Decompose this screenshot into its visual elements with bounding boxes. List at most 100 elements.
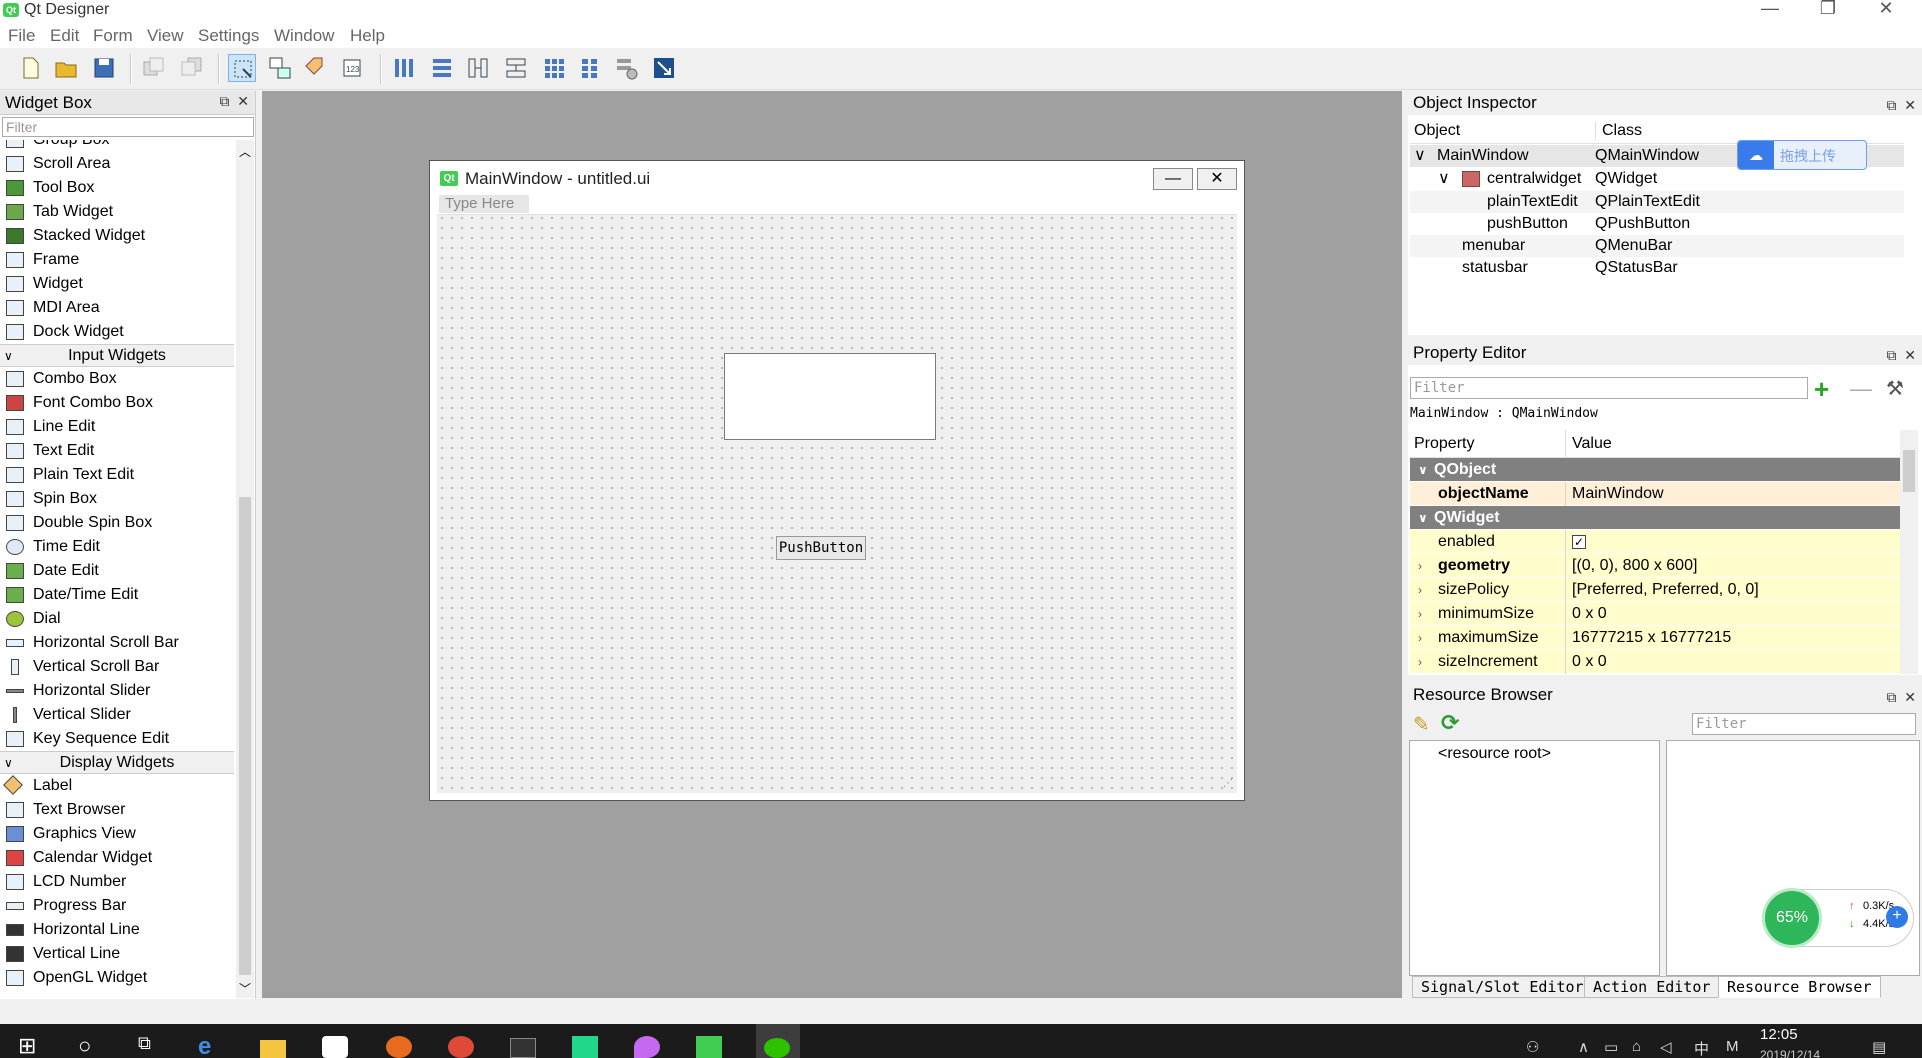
send-to-back-icon[interactable] xyxy=(140,54,168,82)
form-menubar[interactable]: Type Here xyxy=(437,193,1237,215)
list-item[interactable]: Tab Widget xyxy=(0,200,234,224)
memory-percent-badge[interactable]: 65% xyxy=(1762,888,1822,948)
list-item[interactable]: Dial xyxy=(0,607,234,631)
wrench-icon[interactable]: ⚒ xyxy=(1886,376,1904,401)
list-item[interactable]: Vertical Line xyxy=(0,942,234,966)
list-item[interactable]: Horizontal Slider xyxy=(0,679,234,703)
terminal-icon[interactable] xyxy=(510,1038,536,1058)
resource-root-item[interactable]: <resource root> xyxy=(1438,745,1551,763)
list-item[interactable]: Label xyxy=(0,774,234,798)
list-item[interactable]: Scroll Area xyxy=(0,152,234,176)
list-item[interactable]: Plain Text Edit xyxy=(0,463,234,487)
scrollbar-thumb[interactable] xyxy=(1903,450,1915,492)
edge-icon[interactable]: e xyxy=(198,1033,224,1058)
list-item[interactable]: Key Sequence Edit xyxy=(0,727,234,751)
ime-mode-indicator[interactable]: M xyxy=(1726,1038,1739,1055)
new-file-icon[interactable] xyxy=(16,54,44,82)
type-here-placeholder[interactable]: Type Here xyxy=(439,195,529,213)
clock-date[interactable]: 2019/12/14 xyxy=(1760,1048,1820,1058)
form-window[interactable]: Qt MainWindow - untitled.ui — ✕ Type Her… xyxy=(429,160,1245,801)
list-item[interactable]: Horizontal Scroll Bar xyxy=(0,631,234,655)
property-row[interactable]: › sizeIncrement 0 x 0 xyxy=(1410,650,1900,674)
save-icon[interactable] xyxy=(90,54,118,82)
list-item[interactable]: Text Edit xyxy=(0,439,234,463)
battery-icon[interactable]: ▭ xyxy=(1604,1038,1618,1056)
minimize-button[interactable]: — xyxy=(1748,0,1792,18)
clock-time[interactable]: 12:05 xyxy=(1760,1027,1798,1043)
layout-grid-icon[interactable] xyxy=(540,54,568,82)
list-item[interactable]: Line Edit xyxy=(0,415,234,439)
menu-help[interactable]: Help xyxy=(350,26,385,46)
plus-icon[interactable]: + xyxy=(1886,906,1908,928)
menu-view[interactable]: View xyxy=(147,26,184,46)
firefox-icon[interactable] xyxy=(386,1036,412,1058)
reload-icon[interactable]: ⟳ xyxy=(1441,710,1459,736)
form-minimize-button[interactable]: — xyxy=(1153,168,1193,190)
tree-row[interactable]: menubar QMenuBar xyxy=(1410,235,1904,257)
restore-button[interactable]: ❐ xyxy=(1806,0,1850,18)
menu-file[interactable]: File xyxy=(8,26,35,46)
list-item[interactable]: Vertical Slider xyxy=(0,703,234,727)
edit-signals-slots-icon[interactable] xyxy=(266,54,294,82)
edit-resources-icon[interactable]: ✎ xyxy=(1413,712,1430,737)
push-button[interactable]: PushButton xyxy=(776,536,866,560)
dock-float-close-buttons[interactable]: ⧉ ✕ xyxy=(1886,343,1916,367)
dock-float-close-buttons[interactable]: ⧉ ✕ xyxy=(1886,685,1916,709)
list-item[interactable]: Text Browser xyxy=(0,798,234,822)
resource-tree[interactable]: <resource root> xyxy=(1409,740,1660,976)
dock-float-close-buttons[interactable]: ⧉ ✕ xyxy=(1886,93,1916,117)
menu-form[interactable]: Form xyxy=(93,26,133,46)
tree-row[interactable]: statusbar QStatusBar xyxy=(1410,257,1904,279)
network-icon[interactable]: ⌂ xyxy=(1632,1038,1641,1055)
layout-vertical-splitter-icon[interactable] xyxy=(502,54,530,82)
scrollbar-thumb[interactable] xyxy=(239,497,251,975)
property-row[interactable]: › geometry [(0, 0), 800 x 600] xyxy=(1410,554,1900,578)
tree-row[interactable]: plainTextEdit QPlainTextEdit xyxy=(1410,191,1904,213)
add-property-icon[interactable]: + xyxy=(1814,374,1829,405)
list-item[interactable]: Widget xyxy=(0,272,234,296)
list-item[interactable]: LCD Number xyxy=(0,870,234,894)
wechat-icon[interactable] xyxy=(764,1038,790,1058)
list-item[interactable]: Font Combo Box xyxy=(0,391,234,415)
ime-indicator[interactable]: 中 xyxy=(1694,1038,1709,1058)
property-category[interactable]: ∨ QObject xyxy=(1410,458,1900,482)
plain-text-edit[interactable] xyxy=(724,353,936,440)
list-item[interactable]: Time Edit xyxy=(0,535,234,559)
category-input-widgets[interactable]: ∨ Input Widgets xyxy=(0,344,234,367)
list-item[interactable]: Calendar Widget xyxy=(0,846,234,870)
windows-start-icon[interactable]: ⊞ xyxy=(18,1033,44,1058)
list-item[interactable]: Frame xyxy=(0,248,234,272)
tab-signal-slot-editor[interactable]: Signal/Slot Editor xyxy=(1412,976,1593,998)
close-button[interactable]: ✕ xyxy=(1864,0,1908,18)
adjust-size-icon[interactable] xyxy=(650,54,678,82)
enabled-checkbox[interactable]: ✓ xyxy=(1572,534,1586,549)
layout-horizontal-splitter-icon[interactable] xyxy=(464,54,492,82)
property-row[interactable]: objectName MainWindow xyxy=(1410,482,1900,506)
list-item[interactable]: Dock Widget xyxy=(0,320,234,344)
property-row[interactable]: › minimumSize 0 x 0 xyxy=(1410,602,1900,626)
list-item[interactable]: Date/Time Edit xyxy=(0,583,234,607)
resource-filter-input[interactable]: Filter xyxy=(1692,713,1916,735)
drag-upload-button[interactable]: ☁ 拖拽上传 xyxy=(1737,140,1867,170)
bring-to-front-icon[interactable] xyxy=(178,54,206,82)
property-row[interactable]: › maximumSize 16777215 x 16777215 xyxy=(1410,626,1900,650)
list-item[interactable]: Progress Bar xyxy=(0,894,234,918)
tab-resource-browser[interactable]: Resource Browser xyxy=(1718,976,1881,998)
remove-property-icon[interactable]: — xyxy=(1850,376,1872,402)
edit-tab-order-icon[interactable]: 123 xyxy=(340,54,368,82)
layout-horizontal-icon[interactable] xyxy=(390,54,418,82)
maps-icon[interactable] xyxy=(634,1036,660,1058)
list-item[interactable]: Horizontal Line xyxy=(0,918,234,942)
list-item[interactable]: Spin Box xyxy=(0,487,234,511)
list-item[interactable]: Group Box xyxy=(0,140,234,152)
chevron-up-icon[interactable]: ∧ xyxy=(1578,1038,1589,1056)
edit-buddies-icon[interactable] xyxy=(302,54,330,82)
break-layout-icon[interactable] xyxy=(612,54,640,82)
notification-icon[interactable]: ▤ xyxy=(1872,1038,1886,1056)
list-item[interactable]: OpenGL Widget xyxy=(0,966,234,990)
baidu-netdisk-icon[interactable] xyxy=(322,1036,348,1058)
property-filter-input[interactable]: Filter xyxy=(1410,377,1808,399)
dock-float-close-buttons[interactable]: ⧉ ✕ xyxy=(219,93,249,110)
menu-window[interactable]: Window xyxy=(274,26,334,46)
property-category[interactable]: ∨ QWidget xyxy=(1410,506,1900,530)
